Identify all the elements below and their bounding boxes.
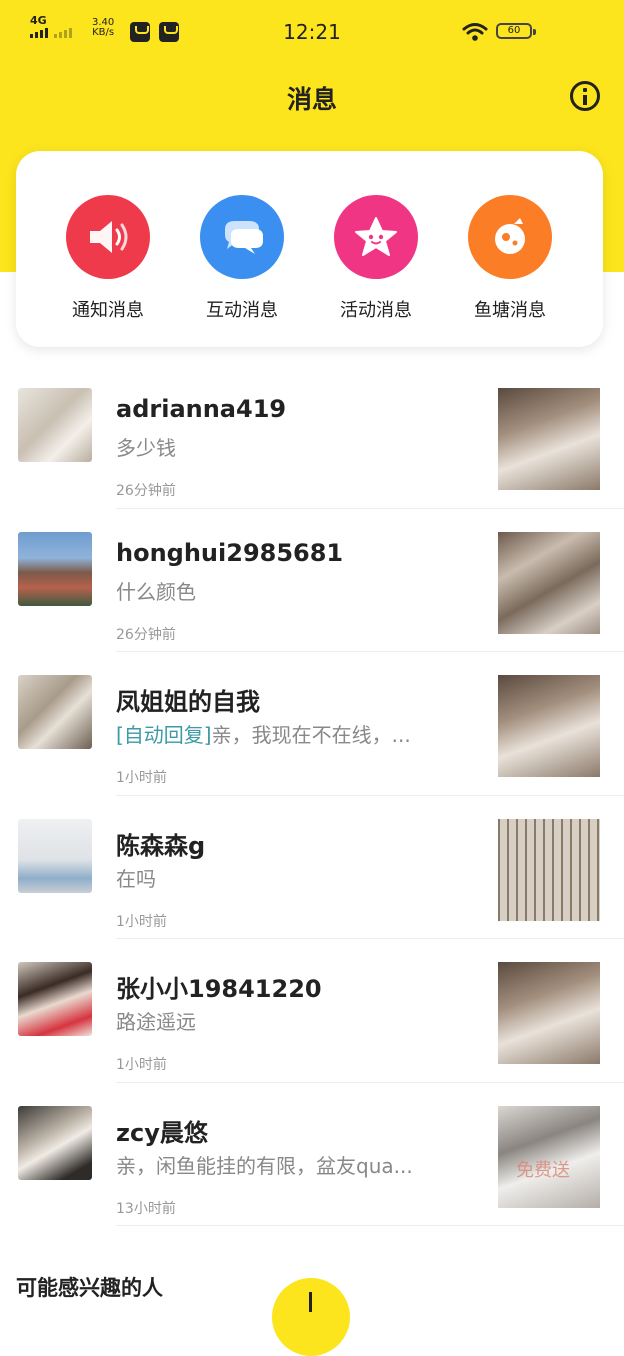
category-activity[interactable]: 活动消息	[316, 195, 436, 322]
conversation-time: 1小时前	[116, 770, 167, 786]
category-notice[interactable]: 通知消息	[48, 195, 168, 322]
page-title: 消息	[286, 85, 337, 114]
avatar[interactable]	[18, 531, 92, 606]
conversation-time: 1小时前	[116, 1057, 167, 1073]
status-bar: 4G 3.40 KB/s 12:21 60	[0, 0, 624, 66]
item-thumbnail[interactable]	[498, 675, 600, 777]
category-notice-label: 通知消息	[72, 300, 144, 321]
thumbnail-overlay-text: 免费送	[516, 1159, 570, 1181]
conversation-row[interactable]: honghui2985681 什么颜色 26分钟前	[0, 509, 624, 652]
chat-bubbles-icon	[200, 195, 284, 279]
conversation-name: honghui2985681	[116, 538, 344, 567]
conversation-message: 多少钱	[116, 436, 176, 460]
info-icon[interactable]	[570, 81, 600, 111]
avatar[interactable]	[18, 1105, 92, 1180]
section-title: 可能感兴趣的人	[16, 1276, 163, 1300]
conversation-message: 路途遥远	[116, 1010, 196, 1034]
conversation-row[interactable]: zcy晨悠 亲，闲鱼能挂的有限，盆友qua... 13小时前 免费送	[0, 1083, 624, 1226]
category-activity-label: 活动消息	[340, 300, 412, 321]
conversation-row[interactable]: adrianna419 多少钱 26分钟前	[0, 365, 624, 509]
conversation-time: 26分钟前	[116, 483, 176, 499]
conversation-name: adrianna419	[116, 395, 287, 423]
conversation-row[interactable]: 张小小19841220 路途遥远 1小时前	[0, 939, 624, 1083]
message-categories-card: 通知消息 互动消息 活动消息 鱼塘消息	[16, 151, 603, 347]
item-thumbnail[interactable]	[498, 962, 600, 1064]
conversation-name: 张小小19841220	[116, 975, 322, 1003]
category-interact-label: 互动消息	[206, 300, 278, 321]
conversation-row[interactable]: 陈森森g 在吗 1小时前	[0, 796, 624, 939]
conversation-message: [自动回复]亲，我现在不在线，...	[116, 719, 411, 748]
conversation-message: 在吗	[116, 866, 156, 891]
conversation-message: 亲，闲鱼能挂的有限，盆友qua...	[116, 1153, 413, 1178]
avatar[interactable]	[18, 962, 92, 1036]
publish-button[interactable]	[272, 1278, 350, 1356]
item-thumbnail[interactable]: 免费送	[498, 1105, 600, 1208]
star-icon	[334, 195, 418, 279]
avatar[interactable]	[18, 388, 92, 462]
category-pond-label: 鱼塘消息	[474, 300, 546, 321]
conversation-row[interactable]: 凤姐姐的自我 [自动回复]亲，我现在不在线，... 1小时前	[0, 652, 624, 796]
speaker-icon	[66, 195, 150, 279]
conversation-name: 陈森森g	[116, 831, 206, 860]
conversation-message-text: 亲，我现在不在线，...	[211, 723, 411, 747]
conversation-name: 凤姐姐的自我	[116, 688, 260, 716]
item-thumbnail[interactable]	[498, 818, 600, 921]
conversation-time: 26分钟前	[116, 626, 176, 643]
battery-level: 60	[507, 25, 521, 36]
wifi-icon	[462, 23, 488, 41]
auto-reply-tag: [自动回复]	[116, 723, 212, 747]
category-pond[interactable]: 鱼塘消息	[450, 195, 570, 322]
category-interact[interactable]: 互动消息	[182, 195, 302, 322]
fish-icon	[468, 195, 552, 279]
conversation-name: zcy晨悠	[116, 1118, 208, 1147]
divider	[116, 1225, 624, 1226]
item-thumbnail[interactable]	[498, 388, 600, 490]
conversation-message: 什么颜色	[116, 579, 196, 604]
conversation-time: 1小时前	[116, 913, 167, 930]
avatar[interactable]	[18, 675, 92, 749]
avatar[interactable]	[18, 818, 92, 893]
conversation-time: 13小时前	[116, 1200, 176, 1217]
item-thumbnail[interactable]	[498, 531, 600, 634]
conversation-list: adrianna419 多少钱 26分钟前 honghui2985681 什么颜…	[0, 365, 624, 1226]
battery-icon: 60	[496, 23, 536, 39]
